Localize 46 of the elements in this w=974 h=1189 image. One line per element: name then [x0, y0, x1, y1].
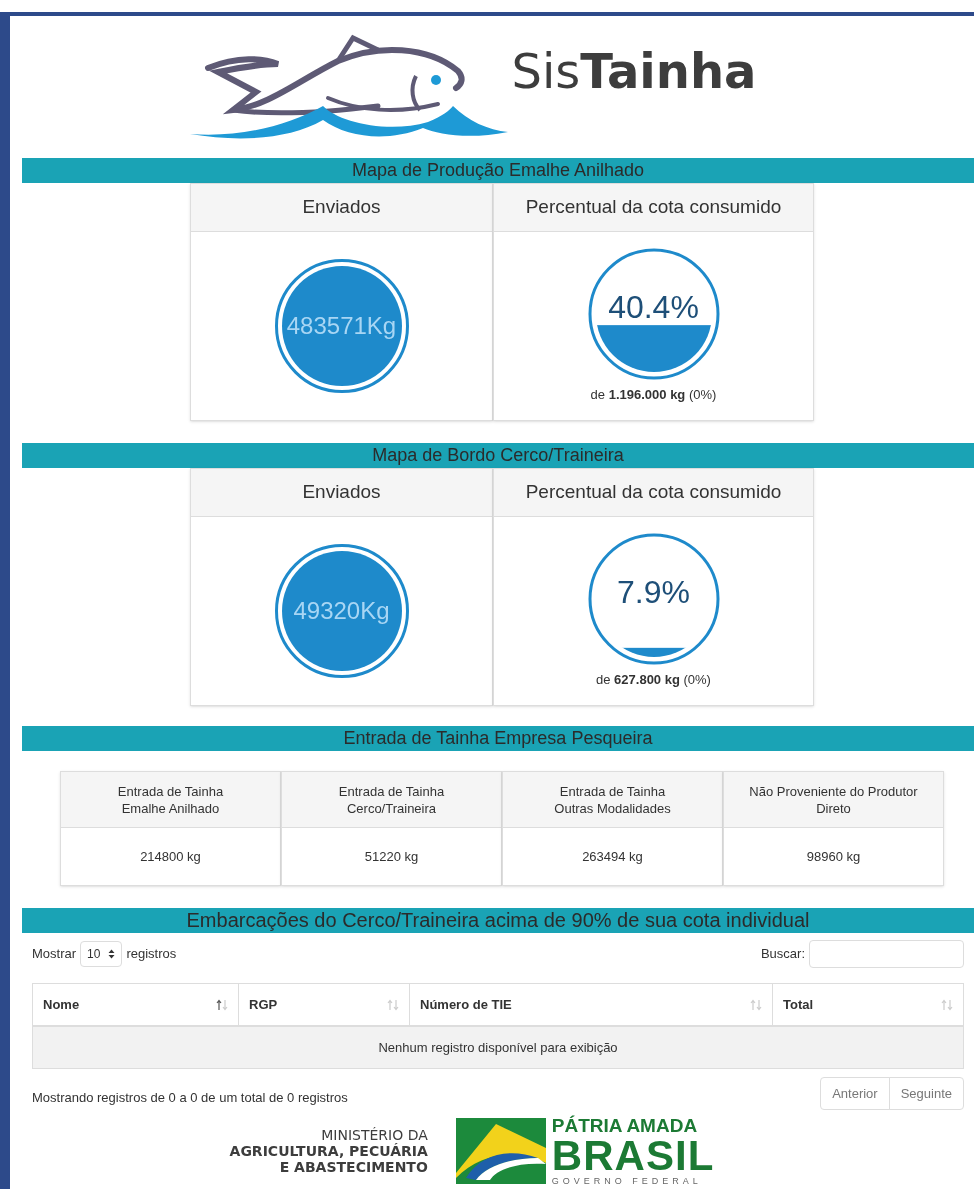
- column-header[interactable]: Número de TIE: [410, 984, 773, 1025]
- table-info: Mostrando registros de 0 a 0 de um total de 0 registros: [32, 1088, 348, 1107]
- column-header[interactable]: Nome: [33, 984, 239, 1025]
- sort-icon: [387, 998, 399, 1011]
- search-field[interactable]: [809, 940, 964, 968]
- length-label: registros: [126, 945, 177, 964]
- card-heading: Entrada de Tainha Outras Modalidades: [503, 772, 722, 828]
- sort-icon: [750, 998, 762, 1011]
- gauge-value: 40.4%: [607, 288, 700, 328]
- gauge-value: 49320Kg: [293, 596, 390, 626]
- flag-emblem-icon: [455, 1118, 546, 1184]
- select-caret-icon: [108, 949, 116, 959]
- section-title-bar: Embarcações do Cerco/Traineira acima de 90% de sua cota individual: [22, 908, 974, 933]
- length-label: Mostrar: [32, 945, 77, 964]
- stat-value: 263494 kg: [581, 847, 644, 866]
- country-text: BRASIL: [551, 1135, 715, 1177]
- section-title-bar: Mapa de Produção Emalhe Anilhado: [22, 158, 974, 183]
- logo-text: SisTainha: [511, 42, 757, 101]
- stat-value: 98960 kg: [805, 847, 862, 866]
- gauge-value: 483571Kg: [286, 311, 397, 341]
- card-heading: Entrada de Tainha Emalhe Anilhado: [61, 772, 280, 828]
- card-heading: Percentual da cota consumido: [494, 469, 813, 517]
- gauge-value: 7.9%: [616, 573, 691, 613]
- page-length-select[interactable]: 10: [80, 941, 123, 967]
- column-header[interactable]: RGP: [239, 984, 410, 1025]
- search-label: Buscar:: [760, 945, 805, 964]
- quota-caption: de 627.800 kg (0%): [596, 671, 711, 690]
- motto-text: PÁTRIA AMADA: [551, 1116, 699, 1135]
- ministry-name: AGRICULTURA, PECUÁRIA: [229, 1143, 428, 1159]
- government-text: GOVERNO FEDERAL: [551, 1177, 703, 1186]
- section-title-bar: Mapa de Bordo Cerco/Traineira: [22, 443, 974, 468]
- stat-value: 51220 kg: [363, 847, 420, 866]
- card-heading: Não Proveniente do Produtor Direto: [724, 772, 943, 828]
- card-heading: Enviados: [191, 184, 492, 232]
- ministry-name: MINISTÉRIO DA: [321, 1127, 428, 1143]
- sort-icon: [941, 998, 953, 1011]
- quota-caption: de 1.196.000 kg (0%): [590, 386, 717, 405]
- sort-icon: [216, 998, 228, 1011]
- section-title-bar: Entrada de Tainha Empresa Pesqueira: [22, 726, 974, 751]
- card-heading: Enviados: [191, 469, 492, 517]
- column-header[interactable]: Total: [773, 984, 963, 1025]
- card-heading: Entrada de Tainha Cerco/Traineira: [282, 772, 501, 828]
- stat-value: 214800 kg: [139, 847, 202, 866]
- ministry-name: E ABASTECIMENTO: [279, 1159, 428, 1175]
- card-heading: Percentual da cota consumido: [494, 184, 813, 232]
- empty-table-message: Nenhum registro disponível para exibição: [33, 1027, 963, 1068]
